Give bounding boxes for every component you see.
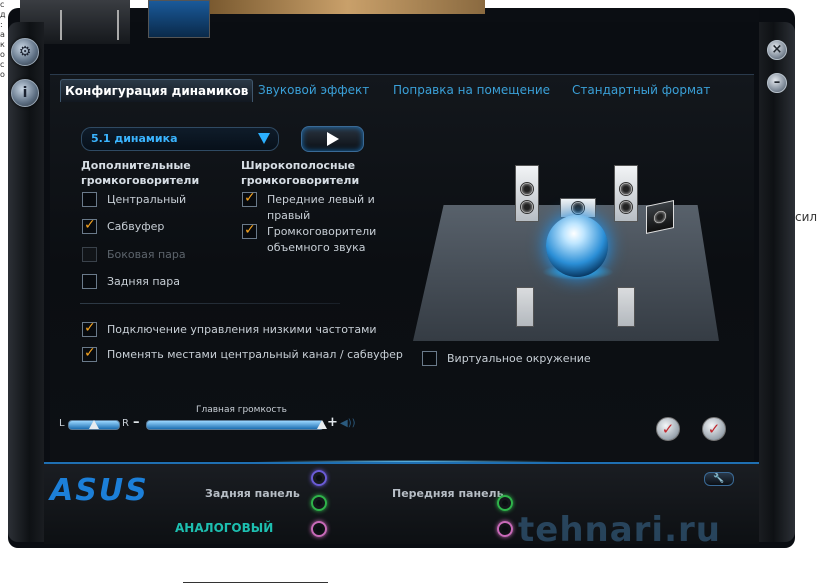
tab-default-format[interactable]: Стандартный формат: [572, 79, 710, 101]
app-logo-icon: [148, 0, 210, 38]
optional-speakers-heading: Дополнительные громкоговорители: [81, 159, 200, 187]
top-banner-art: [210, 0, 485, 14]
volume-increase-button[interactable]: +: [327, 415, 338, 430]
front-jack-mic-icon[interactable]: [497, 521, 513, 537]
checkmark-icon: ✓: [84, 320, 96, 336]
settings-gear-icon[interactable]: ⚙: [11, 38, 39, 66]
front-right-speaker-icon[interactable]: [614, 165, 638, 222]
speaker-config-value: 5.1 динамика: [91, 132, 178, 145]
front-left-speaker-icon[interactable]: [515, 165, 539, 222]
rear-panel-label: Задняя панель: [205, 487, 300, 500]
checkbox-box[interactable]: ✓: [82, 320, 97, 337]
section-divider: [80, 303, 340, 304]
info-icon[interactable]: i: [11, 79, 39, 107]
checkbox-box[interactable]: ✓: [82, 345, 97, 362]
checkbox-box[interactable]: [82, 274, 97, 289]
close-icon[interactable]: ×: [767, 40, 787, 60]
chevron-down-icon: [258, 133, 270, 144]
checkmark-icon: ✓: [244, 190, 256, 206]
apply-all-check-button[interactable]: ✓: [702, 417, 726, 441]
checkmark-icon: ✓: [84, 217, 96, 233]
tab-speaker-configuration[interactable]: Конфигурация динамиков: [60, 79, 254, 102]
volume-decrease-button[interactable]: –: [133, 415, 140, 430]
play-test-button[interactable]: [301, 126, 364, 152]
tab-sound-effect[interactable]: Звуковой эффект: [258, 79, 369, 101]
main-volume-label: Главная громкость: [196, 405, 287, 415]
subwoofer-icon[interactable]: [646, 200, 674, 234]
checkbox-box[interactable]: ✓: [242, 222, 257, 239]
analog-label: АНАЛОГОВЫЙ: [175, 521, 274, 535]
front-jack-headphone-icon[interactable]: [497, 495, 513, 511]
minimize-icon[interactable]: –: [767, 73, 787, 93]
balance-slider-thumb[interactable]: [89, 420, 99, 429]
main-volume-slider-thumb[interactable]: [317, 420, 327, 429]
checkbox-box[interactable]: [422, 351, 437, 366]
fullrange-speakers-heading: Широкополосные громкоговорители: [241, 159, 360, 187]
tab-room-correction[interactable]: Поправка на помещение: [393, 79, 550, 101]
balance-left-label: L: [59, 418, 65, 429]
background-divider: [183, 582, 328, 583]
rear-jack-mic-in-icon[interactable]: [311, 521, 327, 537]
play-icon: [327, 132, 339, 146]
checkbox-box[interactable]: [82, 192, 97, 207]
rear-right-speaker-icon[interactable]: [617, 287, 635, 327]
checkmark-icon: ✓: [244, 222, 256, 238]
checkbox-box[interactable]: ✓: [82, 217, 97, 234]
front-panel-label: Передняя панель: [392, 487, 504, 500]
rear-jack-line-out-icon[interactable]: [311, 495, 327, 511]
apply-check-button[interactable]: ✓: [656, 417, 680, 441]
rear-left-speaker-icon[interactable]: [516, 287, 534, 327]
main-volume-slider[interactable]: [146, 420, 327, 430]
balance-slider[interactable]: [68, 420, 120, 430]
background-page-text: сил: [795, 210, 817, 224]
balance-right-label: R: [122, 418, 129, 429]
speaker-config-select[interactable]: 5.1 динамика: [81, 127, 279, 151]
watermark-text: tehnari.ru: [518, 510, 721, 550]
window-right-chrome: [759, 22, 795, 542]
speaker-volume-icon[interactable]: ◀)): [340, 418, 356, 430]
checkbox-box[interactable]: ✓: [242, 190, 257, 207]
rear-jack-line-in-icon[interactable]: [311, 470, 327, 486]
listener-position-sphere: [546, 215, 608, 277]
checkbox-box: [82, 247, 97, 262]
wrench-settings-icon[interactable]: 🔧: [704, 472, 734, 486]
asus-logo: ASUS: [50, 473, 149, 508]
checkmark-icon: ✓: [84, 345, 96, 361]
